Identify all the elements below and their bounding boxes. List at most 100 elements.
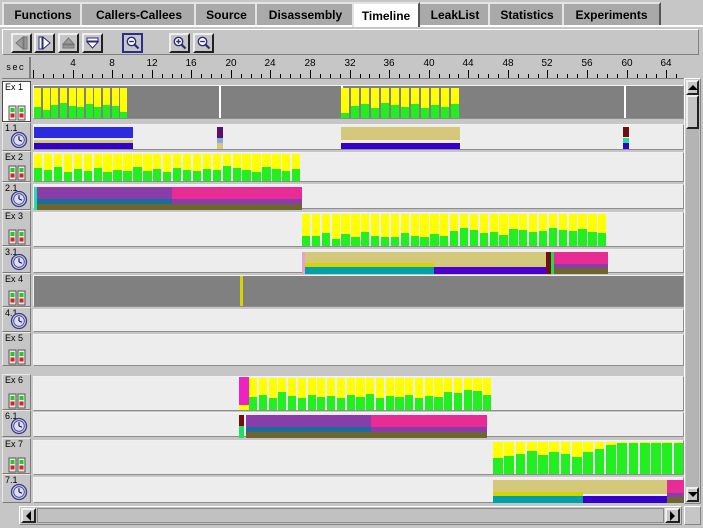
call-stack-segment[interactable] <box>34 187 172 199</box>
sample-bar-green <box>390 237 400 246</box>
call-stack-segment[interactable] <box>34 127 133 138</box>
row-label-ex-6[interactable]: Ex 6 <box>2 374 31 410</box>
row-label-2-1[interactable]: 2.1 <box>2 182 31 210</box>
sample-bar-green <box>578 229 587 246</box>
timeline-track-2-1[interactable] <box>33 184 684 210</box>
sample-bar-yellow <box>598 214 607 233</box>
zoom-out-button[interactable] <box>193 33 214 53</box>
call-stack-segment[interactable] <box>583 480 667 494</box>
timeline-track-7-1[interactable] <box>33 477 684 503</box>
call-stack-segment[interactable] <box>172 204 302 210</box>
call-stack-segment[interactable] <box>623 143 629 149</box>
vertical-scrollbar[interactable] <box>684 78 701 504</box>
call-stack-segment[interactable] <box>554 268 608 274</box>
timeline-track-ex-7[interactable] <box>33 440 684 475</box>
call-stack-segment[interactable] <box>34 204 172 210</box>
step-back-button[interactable] <box>11 33 32 53</box>
call-stack-segment[interactable] <box>583 496 667 503</box>
row-label-ex-2[interactable]: Ex 2 <box>2 151 31 182</box>
call-stack-segment[interactable] <box>246 432 371 438</box>
call-stack-segment[interactable] <box>493 480 583 492</box>
call-stack-segment[interactable] <box>341 127 460 140</box>
vertical-scrollbar-thumb[interactable] <box>686 95 699 129</box>
move-up-button[interactable] <box>58 33 79 53</box>
sample-bar-yellow <box>430 214 439 234</box>
zoom-reset-button[interactable] <box>122 33 143 53</box>
row-label-4-1[interactable]: 4.1 <box>2 307 31 332</box>
sample-bar-yellow <box>440 214 449 236</box>
call-stack-segment[interactable] <box>434 267 546 274</box>
sample-bar-yellow <box>371 214 380 236</box>
call-stack-segment[interactable] <box>667 497 684 503</box>
row-label-ex-5[interactable]: Ex 5 <box>2 332 31 366</box>
tab-statistics[interactable]: Statistics <box>488 2 566 25</box>
tab-experiments[interactable]: Experiments <box>562 2 661 25</box>
row-label-ex-3[interactable]: Ex 3 <box>2 210 31 246</box>
call-stack-segment[interactable] <box>434 252 546 265</box>
sample-bar-green <box>212 170 221 181</box>
call-stack-segment[interactable] <box>667 480 684 493</box>
row-label-1-1[interactable]: 1.1 <box>2 122 31 151</box>
sample-bar-green <box>385 396 394 410</box>
step-forward-button[interactable] <box>34 33 55 53</box>
call-stack-segment[interactable] <box>341 143 460 149</box>
timeline-track-ex-6[interactable] <box>33 376 684 411</box>
call-stack-segment[interactable] <box>172 187 302 199</box>
timeline-track-6-1[interactable] <box>33 412 684 438</box>
tab-functions[interactable]: Functions <box>2 2 84 25</box>
call-stack-segment[interactable] <box>217 127 223 138</box>
call-stack-segment[interactable] <box>493 496 583 503</box>
tab-callers-callees[interactable]: Callers-Callees <box>80 2 198 25</box>
sample-bar-yellow <box>192 154 202 171</box>
timeline-track-ex-3[interactable] <box>33 212 684 247</box>
time-ruler[interactable]: 4 8 12 16 20 24 28 32 36 40 44 48 52 56 60 64 <box>33 57 686 78</box>
call-stack-segment[interactable] <box>371 432 487 438</box>
tab-disassembly[interactable]: Disassembly <box>255 2 356 25</box>
sample-bar-green <box>262 167 271 181</box>
scroll-up-icon[interactable] <box>686 80 699 95</box>
scroll-down-icon[interactable] <box>686 487 699 502</box>
timeline-track-1-1[interactable] <box>33 124 684 150</box>
call-stack-segment[interactable] <box>371 415 487 427</box>
sample-bar-green <box>85 104 93 118</box>
zoom-in-button[interactable] <box>169 33 190 53</box>
timeline-track-ex-4[interactable] <box>33 275 684 307</box>
scroll-right-icon[interactable] <box>665 508 680 523</box>
ruler-tick <box>33 70 34 78</box>
sample-bar-green <box>278 392 287 410</box>
tab-leaklist[interactable]: LeakList <box>418 2 492 25</box>
timeline-track-3-1[interactable] <box>33 249 684 274</box>
timeline-canvas[interactable] <box>33 79 684 504</box>
call-stack-segment[interactable] <box>239 415 244 426</box>
row-label-6-1[interactable]: 6.1 <box>2 410 31 437</box>
sample-bar-green <box>430 234 439 246</box>
row-label-7-1[interactable]: 7.1 <box>2 474 31 503</box>
sample-bar-green <box>459 228 469 246</box>
vertical-scrollbar-trough[interactable] <box>686 95 699 487</box>
scroll-left-icon[interactable] <box>21 508 36 523</box>
horizontal-scrollbar[interactable] <box>19 506 682 525</box>
tab-source[interactable]: Source <box>194 2 259 25</box>
tab-timeline[interactable]: Timeline <box>352 2 420 27</box>
sample-bar-green <box>336 398 345 410</box>
row-label-ex-1[interactable]: Ex 1 <box>2 81 31 122</box>
row-label-ex-7[interactable]: Ex 7 <box>2 438 31 474</box>
timeline-track-ex-5[interactable] <box>33 334 684 366</box>
call-stack-segment[interactable] <box>34 143 133 149</box>
call-stack-segment[interactable] <box>305 267 434 274</box>
call-stack-segment[interactable] <box>217 143 223 149</box>
call-stack-segment[interactable] <box>305 252 434 263</box>
timeline-track-ex-2[interactable] <box>33 152 684 182</box>
call-stack-segment[interactable] <box>554 252 608 264</box>
timeline-track-4-1[interactable] <box>33 309 684 332</box>
row-label-3-1[interactable]: 3.1 <box>2 246 31 273</box>
call-stack-segment[interactable] <box>623 127 629 137</box>
horizontal-scrollbar-trough[interactable] <box>37 508 664 523</box>
call-stack-segment[interactable] <box>34 187 37 210</box>
call-stack-segment[interactable] <box>246 415 371 427</box>
timeline-track-ex-1[interactable] <box>33 85 684 119</box>
row-label-ex-4[interactable]: Ex 4 <box>2 273 31 307</box>
call-stack-segment[interactable] <box>239 426 244 438</box>
sample-bar-yellow <box>515 442 526 454</box>
move-down-button[interactable] <box>82 33 103 53</box>
